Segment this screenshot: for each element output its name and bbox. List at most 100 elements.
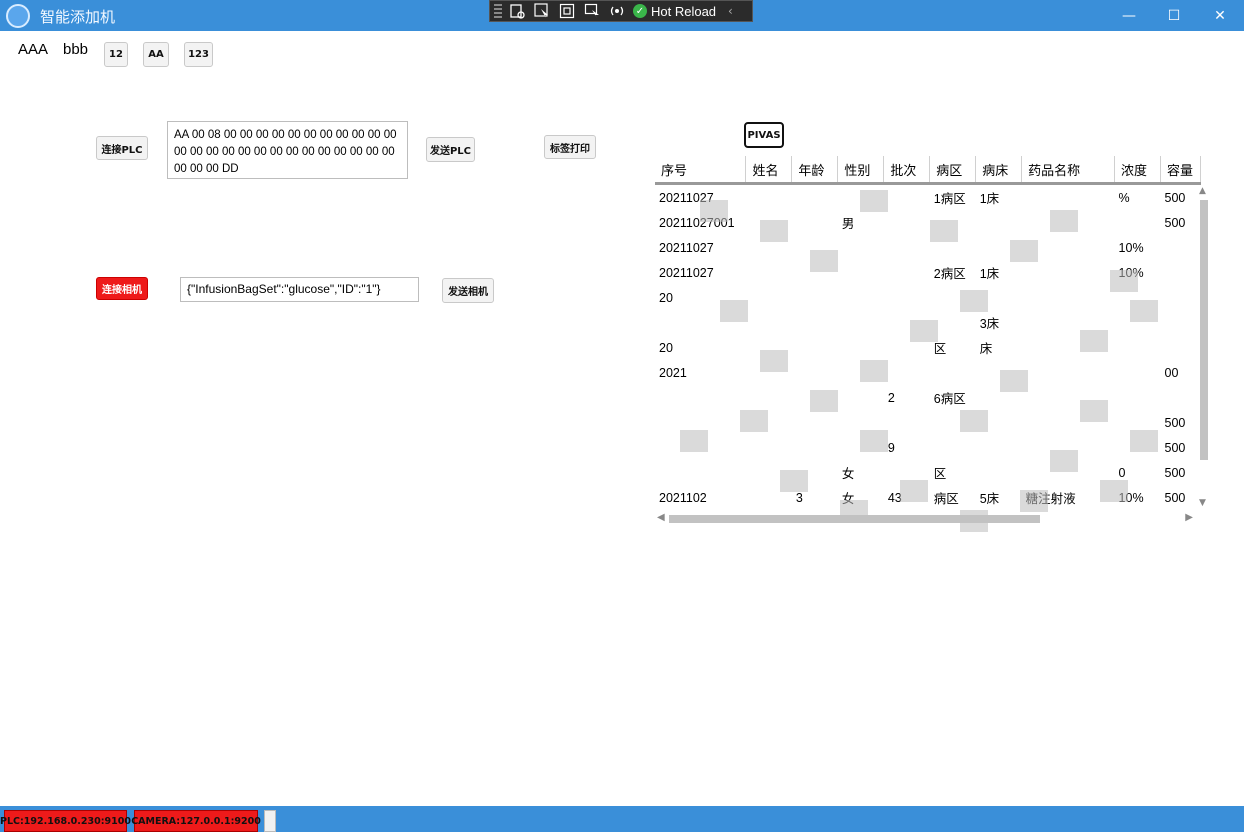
grid-cell[interactable]: 10% <box>1115 485 1161 510</box>
grid-cell[interactable] <box>930 310 976 335</box>
binding-failures-icon[interactable] <box>608 3 626 19</box>
grid-cell[interactable]: 糖注射液 <box>1022 485 1115 510</box>
grid-cell[interactable] <box>655 410 746 435</box>
grid-cell[interactable]: 2病区 <box>930 260 976 285</box>
table-row[interactable]: 2021102 3 女 43 病区 5床 糖注射液 10% 500 <box>655 485 1201 510</box>
grid-cell[interactable] <box>792 460 838 485</box>
grid-cell[interactable]: 0 <box>1115 460 1161 485</box>
col-header-gender[interactable]: 性别 <box>837 156 885 185</box>
table-row[interactable]: 女 区 0 500 <box>655 460 1201 485</box>
grid-cell[interactable]: 1病区 <box>930 184 976 211</box>
grid-cell[interactable] <box>1115 385 1161 410</box>
camera-command-input[interactable]: {"InfusionBagSet":"glucose","ID":"1"} <box>180 277 419 302</box>
grid-cell[interactable] <box>884 184 930 211</box>
grid-vertical-scrollbar[interactable]: ▲ ▼ <box>1197 186 1211 510</box>
grid-cell[interactable] <box>884 235 930 260</box>
grid-cell[interactable]: 区 <box>930 460 976 485</box>
table-row[interactable]: 20211027001 男 500 <box>655 210 1201 235</box>
grid-cell[interactable] <box>976 360 1022 385</box>
grid-cell[interactable] <box>884 460 930 485</box>
grid-cell[interactable] <box>838 410 884 435</box>
grid-cell[interactable]: 20211027 <box>655 260 746 285</box>
col-header-bed[interactable]: 病床 <box>975 156 1023 185</box>
grid-cell[interactable]: 20211027 <box>655 235 746 260</box>
grid-cell[interactable] <box>1115 285 1161 310</box>
grid-cell[interactable]: 2 <box>884 385 930 410</box>
grid-cell[interactable]: 9 <box>884 435 930 460</box>
grid-cell[interactable] <box>884 210 930 235</box>
col-header-serial[interactable]: 序号 <box>655 156 747 185</box>
table-row[interactable]: 2 6病区 <box>655 385 1201 410</box>
grid-cell[interactable] <box>746 285 792 310</box>
grid-cell[interactable] <box>1022 410 1115 435</box>
table-row[interactable]: 3床 <box>655 310 1201 335</box>
grid-cell[interactable]: 500 <box>1161 184 1201 211</box>
hot-reload-label[interactable]: Hot Reload <box>651 4 716 19</box>
grid-cell[interactable]: 500 <box>1161 485 1201 510</box>
table-row[interactable]: 9 500 <box>655 435 1201 460</box>
grid-cell[interactable] <box>792 435 838 460</box>
grid-cell[interactable]: 5床 <box>976 485 1022 510</box>
scroll-up-icon[interactable]: ▲ <box>1199 186 1206 196</box>
table-row[interactable]: 2021 00 <box>655 360 1201 385</box>
grid-cell[interactable] <box>838 260 884 285</box>
grid-cell[interactable] <box>746 310 792 335</box>
grid-cell[interactable] <box>1022 210 1115 235</box>
grid-cell[interactable] <box>884 310 930 335</box>
grid-cell[interactable] <box>976 235 1022 260</box>
grid-cell[interactable] <box>884 335 930 360</box>
grid-cell[interactable] <box>792 385 838 410</box>
grid-cell[interactable] <box>746 184 792 211</box>
grid-cell[interactable] <box>792 360 838 385</box>
grid-cell[interactable]: 20211027 <box>655 184 746 211</box>
grid-cell[interactable]: 10% <box>1115 235 1161 260</box>
grid-cell[interactable]: % <box>1115 184 1161 211</box>
grid-cell[interactable] <box>655 310 746 335</box>
table-row[interactable]: 500 <box>655 410 1201 435</box>
grid-cell[interactable] <box>746 410 792 435</box>
grid-cell[interactable]: 500 <box>1161 435 1201 460</box>
scroll-left-icon[interactable]: ◀ <box>657 512 665 523</box>
minimize-button[interactable]: — <box>1106 0 1152 31</box>
select-element-icon[interactable] <box>533 3 551 19</box>
grid-cell[interactable] <box>930 285 976 310</box>
grid-cell[interactable] <box>1022 184 1115 211</box>
drag-grip-icon[interactable] <box>494 4 502 18</box>
col-header-volume[interactable]: 容量 <box>1160 156 1201 185</box>
close-button[interactable]: ✕ <box>1197 0 1243 31</box>
grid-cell[interactable]: 3床 <box>976 310 1022 335</box>
grid-cell[interactable] <box>1022 360 1115 385</box>
scroll-down-icon[interactable]: ▼ <box>1199 498 1206 508</box>
grid-cell[interactable]: 2021 <box>655 360 746 385</box>
grid-cell[interactable] <box>792 310 838 335</box>
grid-cell[interactable]: 500 <box>1161 410 1201 435</box>
track-focused-element-icon[interactable] <box>583 3 601 19</box>
grid-cell[interactable] <box>1022 310 1115 335</box>
grid-cell[interactable] <box>884 410 930 435</box>
grid-cell[interactable]: 43 <box>884 485 930 510</box>
grid-cell[interactable] <box>746 335 792 360</box>
table-row[interactable]: 20211027 1病区 1床% 500 <box>655 184 1201 211</box>
grid-cell[interactable] <box>1115 210 1161 235</box>
live-visual-tree-icon[interactable] <box>508 3 526 19</box>
grid-cell[interactable] <box>1161 235 1201 260</box>
grid-cell[interactable] <box>746 210 792 235</box>
grid-cell[interactable] <box>884 360 930 385</box>
grid-cell[interactable] <box>930 210 976 235</box>
col-header-batch[interactable]: 批次 <box>883 156 931 185</box>
grid-cell[interactable] <box>838 310 884 335</box>
grid-cell[interactable]: 00 <box>1161 360 1201 385</box>
scroll-right-icon[interactable]: ▶ <box>1185 512 1193 523</box>
table-row[interactable]: 20 <box>655 285 1201 310</box>
table-row[interactable]: 20211027 2病区 1床 10% <box>655 260 1201 285</box>
pivas-button[interactable]: PIVAS <box>744 122 784 148</box>
grid-cell[interactable] <box>976 460 1022 485</box>
grid-cell[interactable] <box>1161 310 1201 335</box>
send-plc-button[interactable]: 发送PLC <box>426 137 475 162</box>
grid-cell[interactable] <box>884 260 930 285</box>
grid-cell[interactable] <box>838 235 884 260</box>
grid-cell[interactable]: 女 <box>838 460 884 485</box>
grid-cell[interactable] <box>976 410 1022 435</box>
grid-cell[interactable]: 男 <box>838 210 884 235</box>
grid-cell[interactable] <box>746 235 792 260</box>
